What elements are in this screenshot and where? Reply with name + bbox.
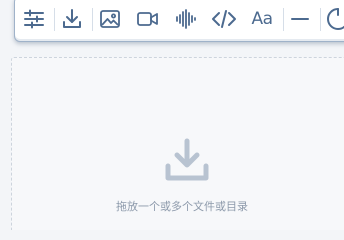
insert-image-button[interactable]	[95, 4, 125, 34]
toolbar-divider	[283, 8, 284, 31]
audio-waveform-icon	[174, 8, 198, 30]
toolbar-divider	[92, 8, 93, 31]
sliders-icon	[23, 8, 45, 30]
insert-code-button[interactable]	[209, 4, 239, 34]
video-icon	[136, 8, 160, 30]
horizontal-rule-icon	[289, 8, 311, 30]
download-button[interactable]	[57, 4, 87, 34]
toolbar: Aa	[14, 0, 344, 42]
dropzone-hint: 拖放一个或多个文件或目录	[116, 200, 248, 213]
page: Aa 拖放一个或多个文件或目录	[0, 0, 344, 230]
font-icon: Aa	[251, 9, 273, 29]
refresh-button[interactable]	[323, 4, 344, 34]
insert-audio-button[interactable]	[171, 4, 201, 34]
code-icon	[211, 8, 237, 30]
toolbar-divider	[320, 8, 321, 31]
toolbar-divider	[54, 8, 55, 31]
download-icon	[61, 8, 83, 30]
download-icon	[164, 138, 210, 182]
settings-button[interactable]	[19, 4, 49, 34]
insert-divider-button[interactable]	[285, 4, 315, 34]
font-button[interactable]: Aa	[247, 4, 277, 34]
insert-video-button[interactable]	[133, 4, 163, 34]
spinner-icon	[326, 7, 344, 31]
image-icon	[99, 8, 121, 30]
